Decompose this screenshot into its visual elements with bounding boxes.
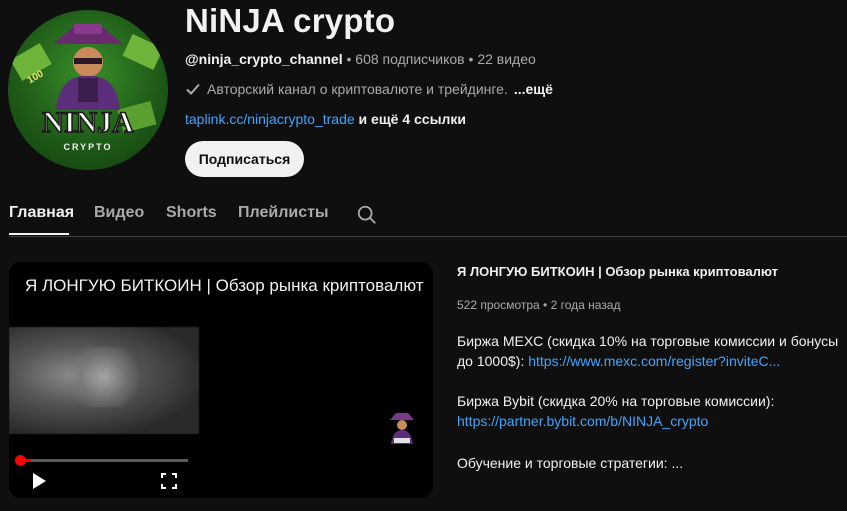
channel-handle: @ninja_crypto_channel — [185, 51, 343, 67]
featured-video-player[interactable]: Я ЛОНГУЮ БИТКОИН | Обзор рынка криптовал… — [9, 262, 433, 498]
description-more-link[interactable]: ...ещё — [514, 81, 553, 97]
progress-bar[interactable] — [19, 459, 188, 462]
separator: • — [342, 51, 356, 67]
channel-links: taplink.cc/ninjacrypto_trade и ещё 4 ссы… — [185, 111, 466, 127]
channel-description[interactable]: Авторский канал о криптовалюте и трейдин… — [185, 81, 553, 97]
bybit-link[interactable]: https://partner.bybit.com/b/NINJA_crypto — [457, 411, 847, 431]
channel-title: NiNJA crypto — [185, 2, 396, 39]
svg-text:CRYPTO: CRYPTO — [63, 142, 112, 152]
subscriber-count: 608 подписчиков — [355, 51, 465, 67]
channel-tabs: Главная Видео Shorts Плейлисты — [9, 196, 847, 237]
active-tab-indicator — [9, 233, 69, 235]
description-text: Биржа Bybit (скидка 20% на торговые коми… — [457, 393, 775, 409]
video-content — [69, 347, 139, 407]
mexc-link[interactable]: https://www.mexc.com/register?inviteC... — [528, 353, 780, 369]
check-mark-icon — [186, 83, 200, 95]
video-count: 22 видео — [477, 51, 536, 67]
video-description-bybit: Биржа Bybit (скидка 20% на торговые коми… — [457, 391, 847, 431]
video-frame[interactable] — [9, 327, 199, 434]
tab-home[interactable]: Главная — [9, 204, 74, 222]
description-text: Авторский канал о криптовалюте и трейдин… — [207, 81, 508, 97]
svg-text:NINJA: NINJA — [42, 106, 134, 139]
separator: • — [464, 51, 478, 67]
player-title[interactable]: Я ЛОНГУЮ БИТКОИН | Обзор рынка криптовал… — [25, 276, 425, 296]
video-meta: 522 просмотра • 2 года назад — [457, 298, 620, 312]
fullscreen-icon[interactable] — [161, 473, 177, 489]
channel-link[interactable]: taplink.cc/ninjacrypto_trade — [185, 111, 355, 127]
subscribe-button[interactable]: Подписаться — [185, 141, 304, 177]
play-icon[interactable] — [31, 472, 47, 490]
tab-shorts[interactable]: Shorts — [166, 204, 217, 222]
channel-watermark-icon[interactable] — [384, 408, 420, 448]
view-count: 522 просмотра — [457, 298, 540, 312]
channel-meta: @ninja_crypto_channel • 608 подписчиков … — [185, 51, 536, 67]
ninja-logo-icon: 100 NINJA CRYPTO — [10, 24, 164, 152]
separator: • — [539, 298, 551, 312]
video-description-training: Обучение и торговые стратегии: ... — [457, 455, 684, 471]
video-title[interactable]: Я ЛОНГУЮ БИТКОИН | Обзор рынка криптовал… — [457, 264, 778, 279]
upload-age: 2 года назад — [550, 298, 621, 312]
search-icon[interactable] — [356, 204, 378, 226]
channel-avatar[interactable]: 100 NINJA CRYPTO — [8, 10, 168, 170]
tab-videos[interactable]: Видео — [94, 204, 144, 222]
progress-handle[interactable] — [15, 455, 26, 466]
tab-playlists[interactable]: Плейлисты — [238, 204, 329, 222]
more-links[interactable]: и ещё 4 ссылки — [355, 111, 467, 127]
video-description-mexc: Биржа MEXC (скидка 10% на торговые комис… — [457, 331, 847, 371]
